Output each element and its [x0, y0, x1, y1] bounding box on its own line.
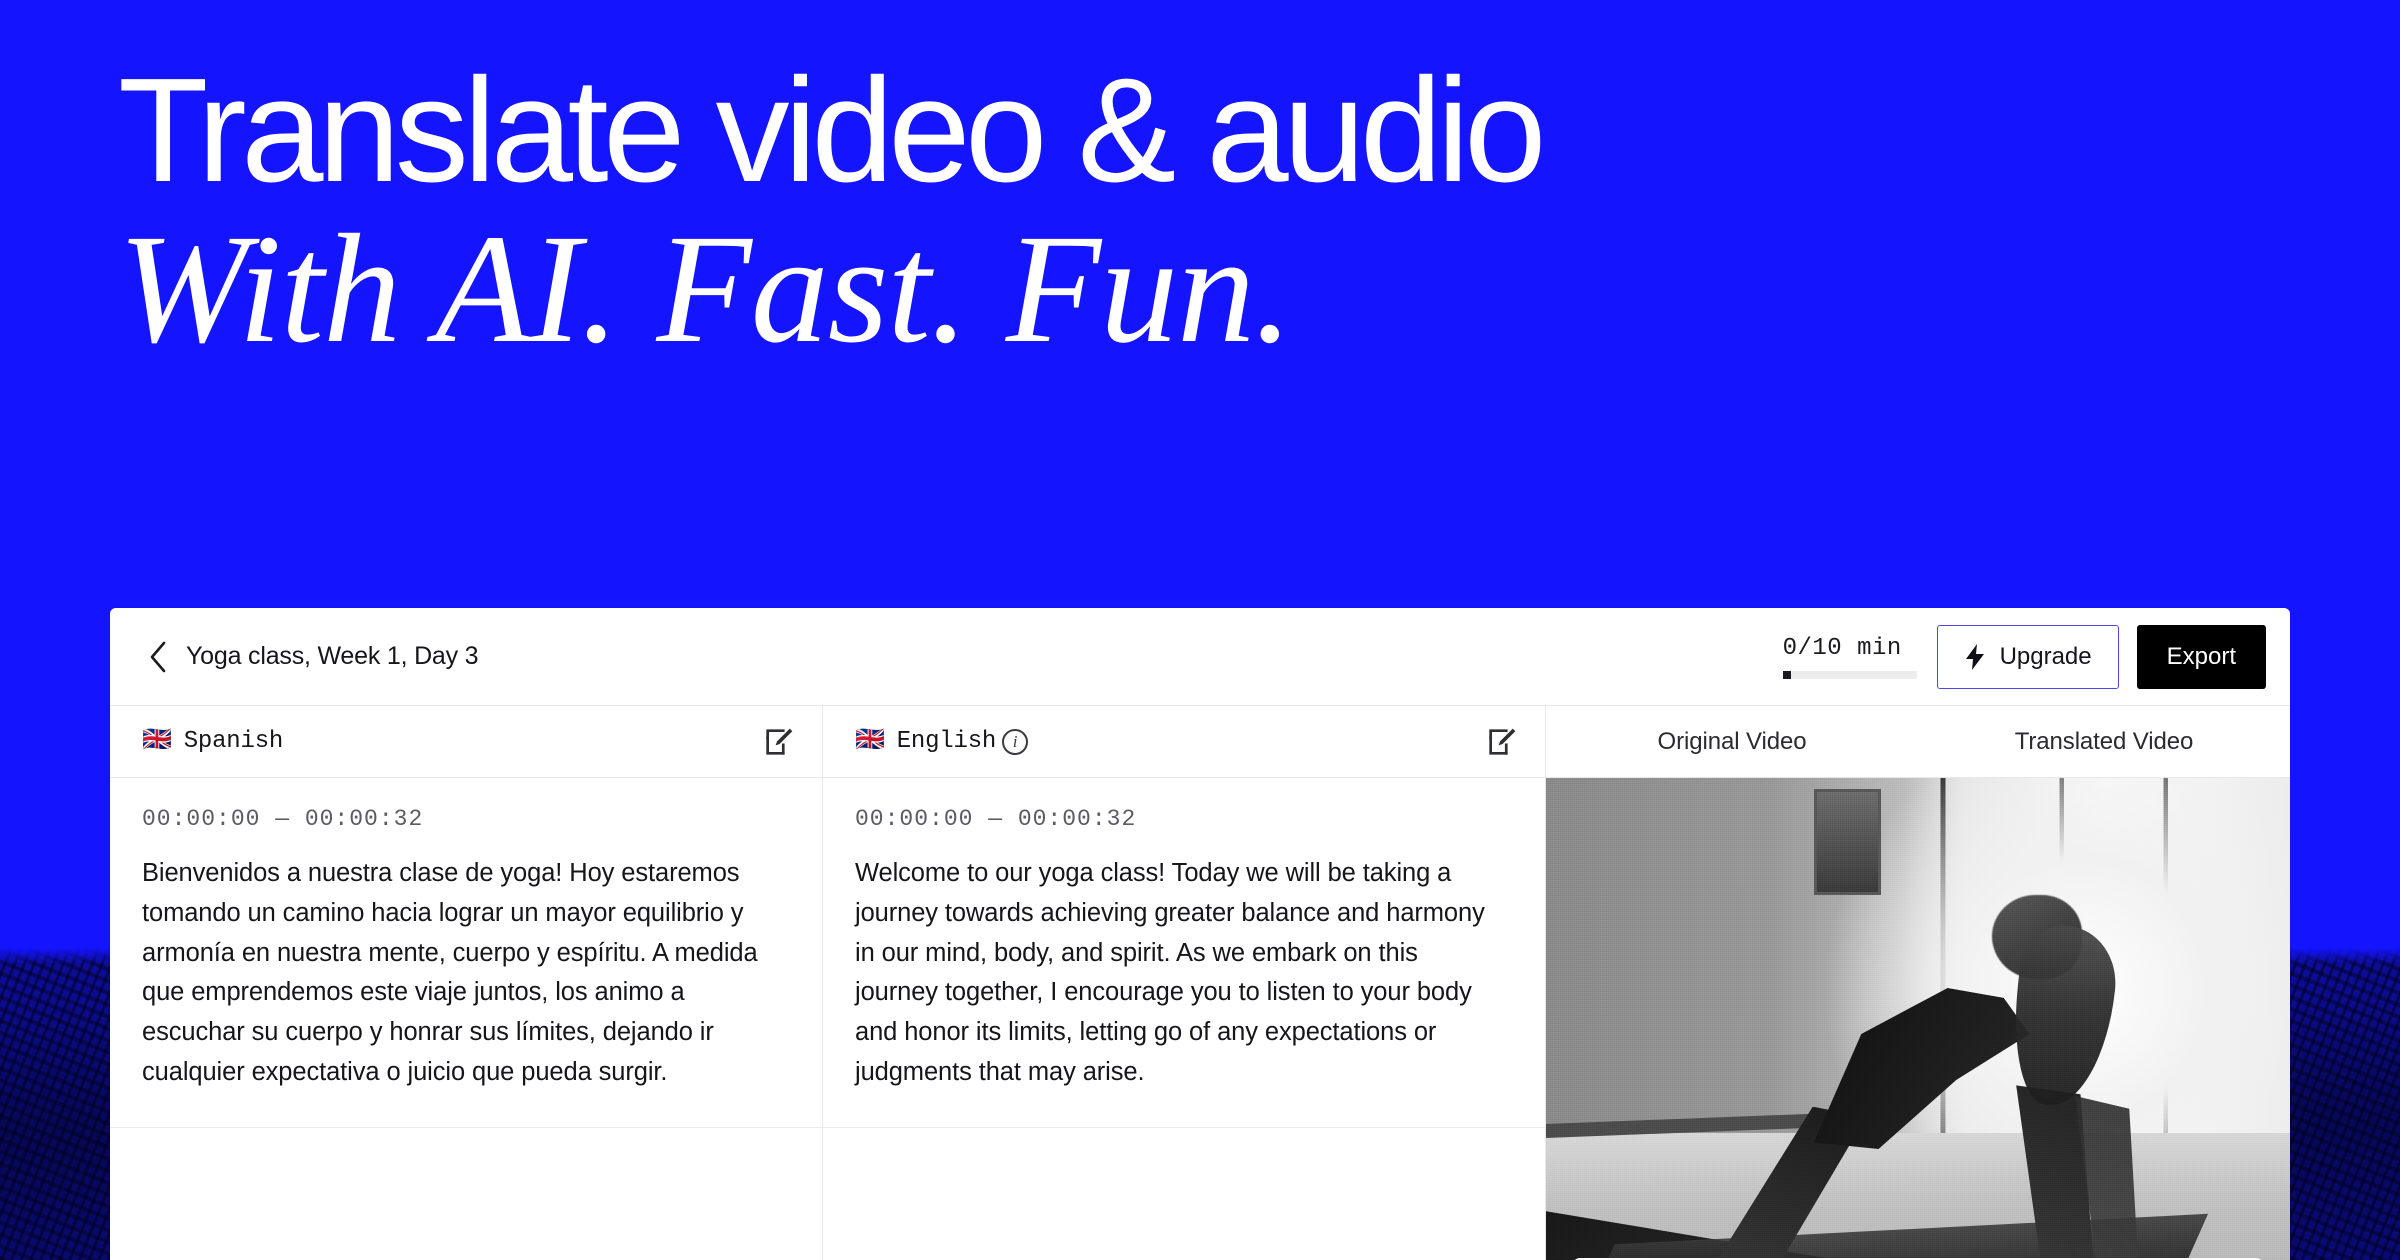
lightning-bolt-icon: [1965, 643, 1984, 670]
app-body: 🇬🇧 Spanish 00:00:00 — 00:00:32 Bienvenid…: [110, 706, 2290, 1260]
source-language-selector[interactable]: 🇬🇧 Spanish: [142, 728, 283, 755]
hero-line-1: Translate video & audio: [118, 48, 1546, 213]
segment-timecode: 00:00:00 — 00:00:32: [142, 806, 424, 832]
video-column: Original Video Translated Video: [1546, 706, 2290, 1260]
segment-timecode: 00:00:00 — 00:00:32: [855, 806, 1137, 832]
header-actions: 0/10 min Upgrade Export: [1782, 624, 2266, 689]
flag-icon: 🇬🇧: [855, 727, 885, 755]
transcript-segment[interactable]: 00:00:00 — 00:00:32 Welcome to our yoga …: [823, 778, 1545, 1128]
target-transcript-column: 🇬🇧 English i 00:00:00 — 00:00:32 Welcome…: [823, 706, 1546, 1260]
transcript-segment-next[interactable]: [110, 1128, 822, 1198]
upgrade-button[interactable]: Upgrade: [1936, 624, 2119, 689]
info-circle-icon[interactable]: i: [1002, 728, 1029, 755]
target-language-selector[interactable]: 🇬🇧 English: [855, 728, 996, 755]
flag-icon: 🇬🇧: [142, 727, 172, 755]
tab-translated-video[interactable]: Translated Video: [1918, 706, 2290, 777]
chevron-left-icon: [150, 641, 166, 672]
hero-line-2: With AI. Fast. Fun.: [118, 201, 1293, 375]
hero-headline: Translate video & audio With AI. Fast. F…: [118, 48, 2278, 375]
tab-original-video[interactable]: Original Video: [1546, 706, 1918, 777]
app-window: Yoga class, Week 1, Day 3 0/10 min Upgra…: [110, 608, 2290, 1260]
source-transcript-column: 🇬🇧 Spanish 00:00:00 — 00:00:32 Bienvenid…: [110, 706, 823, 1260]
target-language-label: English: [896, 728, 997, 755]
export-button[interactable]: Export: [2136, 624, 2266, 689]
video-preview[interactable]: [1546, 778, 2290, 1260]
source-column-header: 🇬🇧 Spanish: [110, 706, 822, 778]
video-frame-image: [1546, 778, 2290, 1260]
quota-progress-track: [1782, 670, 1917, 679]
video-tabs: Original Video Translated Video: [1546, 706, 2290, 778]
back-button[interactable]: [138, 637, 178, 677]
source-language-label: Spanish: [183, 728, 284, 755]
page-title: Yoga class, Week 1, Day 3: [186, 642, 479, 670]
yoga-figure: [1546, 778, 2290, 1260]
figure-torso: [1813, 987, 2030, 1149]
quota-meter: 0/10 min: [1782, 634, 1919, 679]
upgrade-button-label: Upgrade: [1999, 642, 2092, 670]
quota-progress-fill: [1782, 670, 1792, 679]
target-column-header: 🇬🇧 English i: [823, 706, 1545, 778]
transcript-segment[interactable]: 00:00:00 — 00:00:32 Bienvenidos a nuestr…: [110, 778, 822, 1128]
app-header: Yoga class, Week 1, Day 3 0/10 min Upgra…: [110, 608, 2290, 706]
edit-square-pencil-icon[interactable]: [762, 725, 796, 759]
edit-square-pencil-icon[interactable]: [1485, 725, 1519, 759]
quota-label: 0/10 min: [1782, 634, 1902, 662]
segment-text[interactable]: Welcome to our yoga class! Today we will…: [855, 854, 1501, 1093]
transcript-segment-next[interactable]: [823, 1128, 1545, 1198]
segment-text[interactable]: Bienvenidos a nuestra clase de yoga! Hoy…: [142, 854, 778, 1093]
